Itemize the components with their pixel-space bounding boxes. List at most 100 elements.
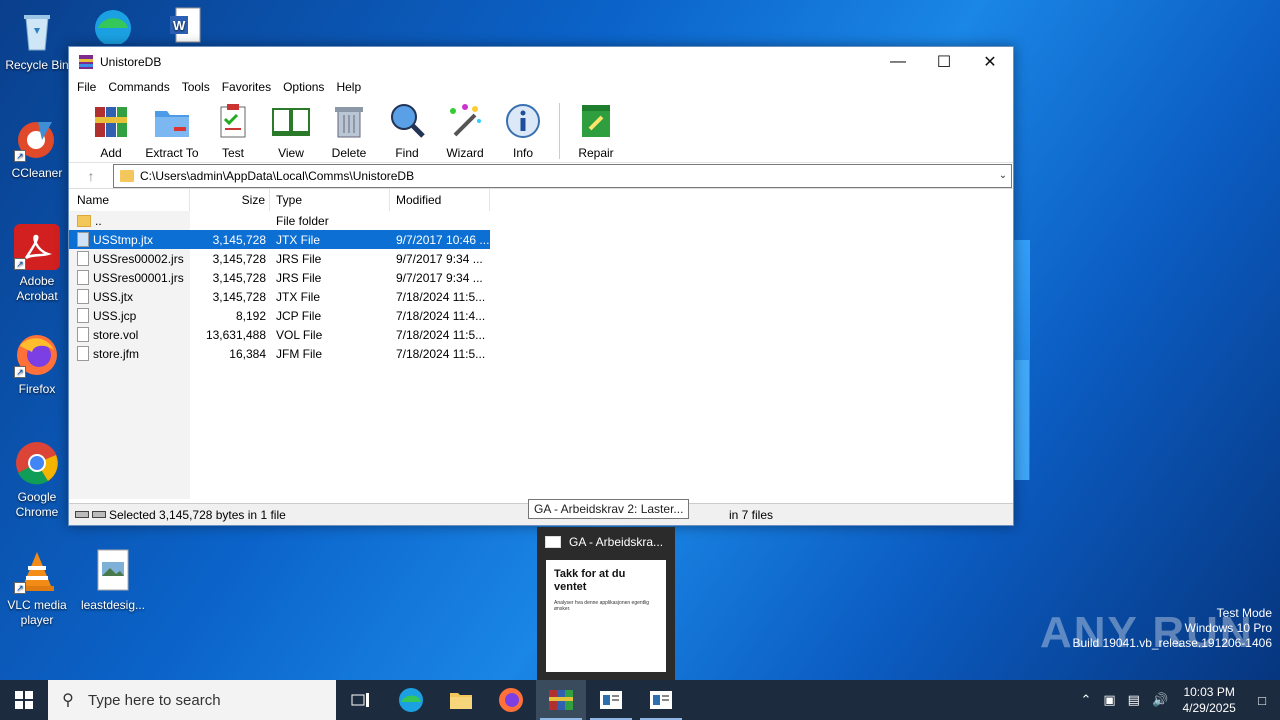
folder-icon (77, 214, 91, 227)
extract-to-button[interactable]: Extract To (141, 101, 203, 160)
taskbar-search-box[interactable]: ⚲ Type here to search (48, 680, 336, 720)
taskbar-thumbnail-preview[interactable]: GA - Arbeidskra... Takk for at du ventet… (537, 527, 675, 680)
task-view-icon (351, 693, 369, 707)
watermark-build: Build 19041.vb_release.191206-1406 (1072, 636, 1273, 650)
desktop-icon-vlc[interactable]: ↗ VLC media player (0, 548, 74, 628)
window-app-icon (650, 691, 672, 709)
file-type: VOL File (276, 327, 323, 342)
file-type: JRS File (276, 270, 322, 285)
wallpaper-light-beam-inner (1015, 360, 1029, 480)
network-icon[interactable]: ▤ (1122, 692, 1146, 708)
network-adapter-icon[interactable]: ▣ (1097, 692, 1121, 708)
menu-help[interactable]: Help (330, 80, 367, 94)
taskbar-app-window-2[interactable] (636, 680, 686, 720)
add-button[interactable]: Add (83, 101, 139, 160)
taskbar-firefox[interactable] (486, 680, 536, 720)
test-button[interactable]: Test (205, 101, 261, 160)
desktop-icon-google-chrome[interactable]: Google Chrome (0, 440, 74, 520)
task-view-button[interactable] (336, 680, 386, 720)
desktop-icon-ccleaner[interactable]: ↗ CCleaner (0, 116, 74, 181)
view-book-icon (272, 108, 310, 136)
title-bar[interactable]: UnistoreDB — ☐ ✕ (69, 47, 1013, 77)
taskbar-app-window-1[interactable] (586, 680, 636, 720)
system-tray: ⌃ ▣ ▤ 🔊 10:03 PM 4/29/2025 □ (1074, 680, 1280, 720)
chrome-icon (14, 440, 60, 486)
file-explorer-icon (450, 693, 472, 709)
chevron-up-icon[interactable]: ⌃ (1074, 692, 1097, 708)
desktop-icon-recycle-bin[interactable]: Recycle Bin (0, 8, 74, 73)
desktop-icon-adobe-acrobat[interactable]: ↗ Adobe Acrobat (0, 224, 74, 304)
file-name: USStmp.jtx (93, 232, 154, 247)
file-modified: 9/7/2017 10:46 ... (396, 232, 490, 247)
volume-icon[interactable]: 🔊 (1146, 692, 1174, 708)
address-bar: ↑ C:\Users\admin\AppData\Local\Comms\Uni… (69, 163, 1013, 189)
taskbar-edge[interactable] (386, 680, 436, 720)
minimize-button[interactable]: — (875, 47, 921, 77)
file-name: store.vol (93, 327, 139, 342)
column-modified[interactable]: Modified (390, 188, 490, 211)
wizard-label: Wizard (446, 146, 484, 160)
maximize-button[interactable]: ☐ (921, 47, 967, 77)
path-field[interactable]: C:\Users\admin\AppData\Local\Comms\Unist… (113, 163, 1012, 188)
status-total: in 7 files (729, 507, 774, 522)
start-button[interactable] (0, 680, 48, 720)
desktop-icon-label: Recycle Bin (5, 58, 69, 72)
menu-file[interactable]: File (71, 80, 102, 94)
desktop-icon-label: Google Chrome (15, 490, 59, 519)
taskbar-file-explorer[interactable] (436, 680, 486, 720)
clock-time: 10:03 PM (1183, 685, 1235, 699)
file-size: 3,145,728 (212, 289, 266, 304)
wizard-wand-icon (450, 104, 481, 137)
path-text: C:\Users\admin\AppData\Local\Comms\Unist… (140, 168, 415, 183)
table-row-selected[interactable]: USStmp.jtx 3,145,728 JTX File 9/7/2017 1… (69, 230, 490, 249)
menu-commands[interactable]: Commands (102, 80, 175, 94)
file-name: USSres00002.jrs (93, 251, 184, 266)
file-icon (77, 232, 89, 247)
table-row[interactable]: store.jfm 16,384 JFM File 7/18/2024 11:5… (69, 344, 1013, 363)
repair-label: Repair (578, 146, 614, 160)
info-button[interactable]: Info (495, 101, 551, 160)
desktop-icon-firefox[interactable]: ↗ Firefox (0, 332, 74, 397)
clock[interactable]: 10:03 PM 4/29/2025 (1174, 684, 1244, 716)
preview-page: Takk for at du ventet Analyser hva denne… (546, 560, 666, 672)
taskbar-winrar[interactable] (536, 680, 586, 720)
close-button[interactable]: ✕ (967, 47, 1013, 77)
view-button[interactable]: View (263, 101, 319, 160)
table-row[interactable]: USSres00002.jrs 3,145,728 JRS File 9/7/2… (69, 249, 1013, 268)
column-type[interactable]: Type (270, 188, 390, 211)
winrar-app-icon (79, 55, 93, 69)
drive-icon[interactable] (69, 511, 109, 518)
file-size: 3,145,728 (212, 232, 266, 247)
notification-icon[interactable]: □ (1244, 693, 1280, 708)
table-row[interactable]: USS.jtx 3,145,728 JTX File 7/18/2024 11:… (69, 287, 1013, 306)
add-label: Add (100, 146, 122, 160)
desktop-icon-label: leastdesig... (80, 598, 146, 612)
watermark-edition: Windows 10 Pro (1184, 621, 1272, 635)
menu-favorites[interactable]: Favorites (216, 80, 277, 94)
repair-button[interactable]: Repair (568, 101, 624, 160)
table-row[interactable]: USS.jcp 8,192 JCP File 7/18/2024 11:4... (69, 306, 1013, 325)
file-type: File folder (276, 213, 329, 228)
menu-options[interactable]: Options (277, 80, 330, 94)
chevron-down-icon[interactable]: ⌄ (995, 170, 1011, 181)
desktop-icon-leastdesig[interactable]: leastdesig... (76, 548, 150, 613)
preview-title-bar: GA - Arbeidskra... (537, 527, 675, 557)
up-arrow-icon[interactable]: ↑ (69, 168, 113, 184)
table-row[interactable]: USSres00001.jrs 3,145,728 JRS File 9/7/2… (69, 268, 1013, 287)
delete-button[interactable]: Delete (321, 101, 377, 160)
menu-bar: File Commands Tools Favorites Options He… (69, 77, 1013, 97)
column-size[interactable]: Size (190, 188, 270, 211)
file-name: USS.jtx (93, 289, 134, 304)
taskbar: ⚲ Type here to search ⌃ ▣ ▤ 🔊 10:03 PM 4… (0, 680, 1280, 720)
wizard-button[interactable]: Wizard (437, 101, 493, 160)
find-label: Find (395, 146, 419, 160)
file-modified: 9/7/2017 9:34 ... (396, 251, 483, 266)
file-type: JRS File (276, 251, 322, 266)
add-archive-icon (95, 107, 127, 137)
column-name[interactable]: Name (69, 188, 190, 211)
find-button[interactable]: Find (379, 101, 435, 160)
table-row[interactable]: store.vol 13,631,488 VOL File 7/18/2024 … (69, 325, 1013, 344)
menu-tools[interactable]: Tools (176, 80, 216, 94)
table-row[interactable]: .. File folder (69, 211, 1013, 230)
file-name: USSres00001.jrs (93, 270, 184, 285)
